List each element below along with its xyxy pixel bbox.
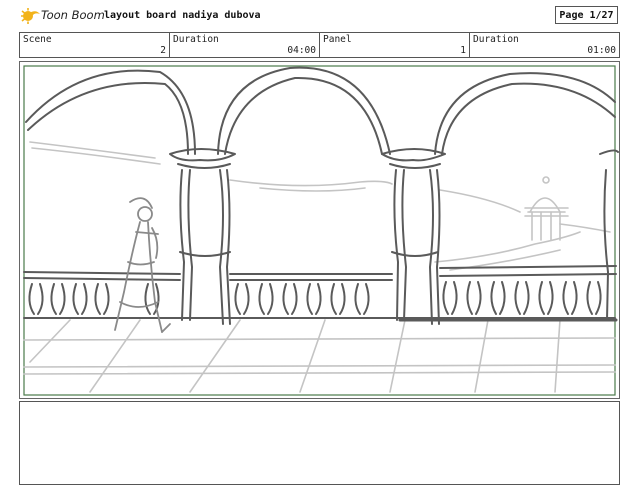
- scene-label: Scene: [23, 34, 52, 45]
- scene-cell: Scene 2: [20, 33, 169, 57]
- toon-boom-logo-icon: [21, 8, 40, 24]
- page-indicator: Page 1/27: [555, 6, 618, 24]
- scene-duration-cell: Duration 04:00: [169, 33, 319, 57]
- panel-value: 1: [460, 45, 466, 56]
- board-title: layout board nadiya dubova: [104, 10, 261, 21]
- panel-duration-value: 01:00: [587, 45, 616, 56]
- scene-duration-value: 04:00: [287, 45, 316, 56]
- panel-duration-cell: Duration 01:00: [469, 33, 619, 57]
- page-label: Page: [559, 9, 584, 21]
- page-value: 1/27: [589, 9, 614, 21]
- panel-info-table: Scene 2 Duration 04:00 Panel 1 Duration …: [19, 32, 620, 58]
- logo-text: Toon Boom: [41, 8, 105, 22]
- panel-image-frame: [19, 61, 620, 399]
- storyboard-sketch: [23, 65, 619, 396]
- scene-value: 2: [160, 45, 166, 56]
- panel-notes-box: [19, 401, 620, 485]
- panel-cell: Panel 1: [319, 33, 469, 57]
- toon-boom-logo: Toon Boom: [20, 6, 105, 26]
- storyboard-header: Toon Boom layout board nadiya dubova Pag…: [0, 0, 640, 30]
- scene-duration-label: Duration: [173, 34, 219, 45]
- panel-duration-label: Duration: [473, 34, 519, 45]
- panel-label: Panel: [323, 34, 352, 45]
